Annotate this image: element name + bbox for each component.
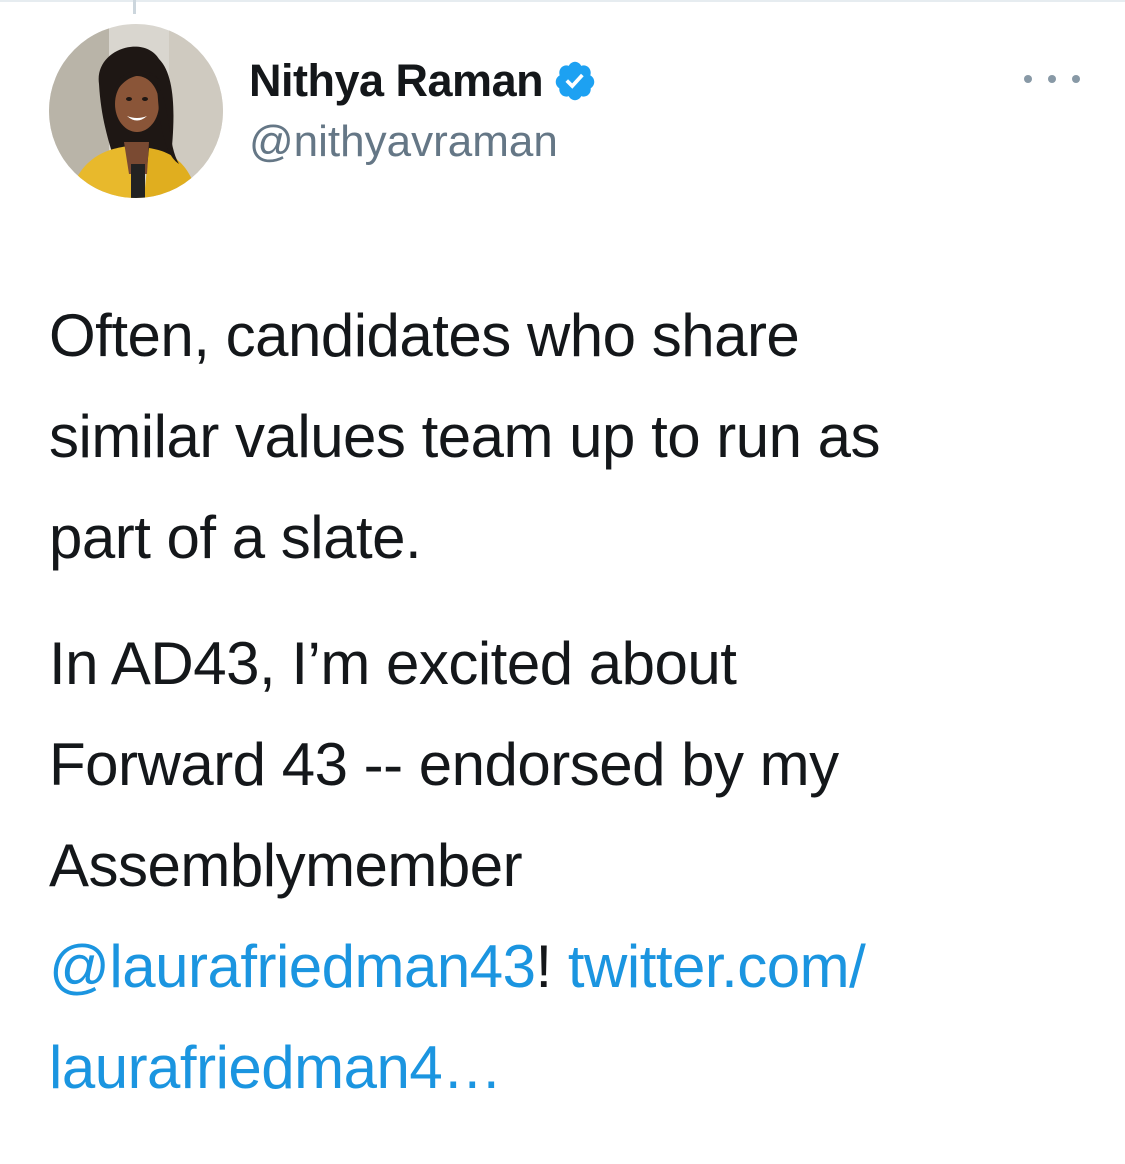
tweet-line: part of a slate. bbox=[49, 504, 422, 571]
more-options-icon[interactable] bbox=[1024, 64, 1080, 94]
tweet-line: In AD43, I’m excited about bbox=[49, 630, 737, 697]
name-row: Nithya Raman bbox=[249, 52, 597, 110]
tweet-paragraph-1: Often, candidates who share similar valu… bbox=[49, 285, 1089, 588]
tweet-header: Nithya Raman @nithyavraman bbox=[249, 52, 597, 170]
verified-badge-icon bbox=[553, 59, 597, 103]
tweet-line: Assemblymember bbox=[49, 832, 523, 899]
url-link-part-1[interactable]: twitter.com/ bbox=[568, 933, 866, 1000]
top-divider bbox=[0, 0, 1125, 2]
author-handle[interactable]: @nithyavraman bbox=[249, 114, 597, 170]
tweet-line: Forward 43 -- endorsed by my bbox=[49, 731, 839, 798]
avatar-image bbox=[49, 24, 223, 198]
tweet-line: Often, candidates who share bbox=[49, 302, 800, 369]
thread-connector-line bbox=[133, 0, 136, 14]
tweet-line: similar values team up to run as bbox=[49, 403, 881, 470]
avatar[interactable] bbox=[49, 24, 223, 198]
author-display-name[interactable]: Nithya Raman bbox=[249, 52, 544, 110]
tweet-text: Often, candidates who share similar valu… bbox=[49, 285, 1089, 1118]
exclamation-text: ! bbox=[535, 933, 553, 1000]
url-link-part-2[interactable]: laurafriedman4… bbox=[49, 1034, 502, 1101]
tweet-paragraph-2: In AD43, I’m excited about Forward 43 --… bbox=[49, 613, 1089, 1118]
more-dot bbox=[1024, 75, 1032, 83]
mention-link[interactable]: @laurafriedman43 bbox=[49, 933, 536, 1000]
more-dot bbox=[1072, 75, 1080, 83]
more-dot bbox=[1048, 75, 1056, 83]
